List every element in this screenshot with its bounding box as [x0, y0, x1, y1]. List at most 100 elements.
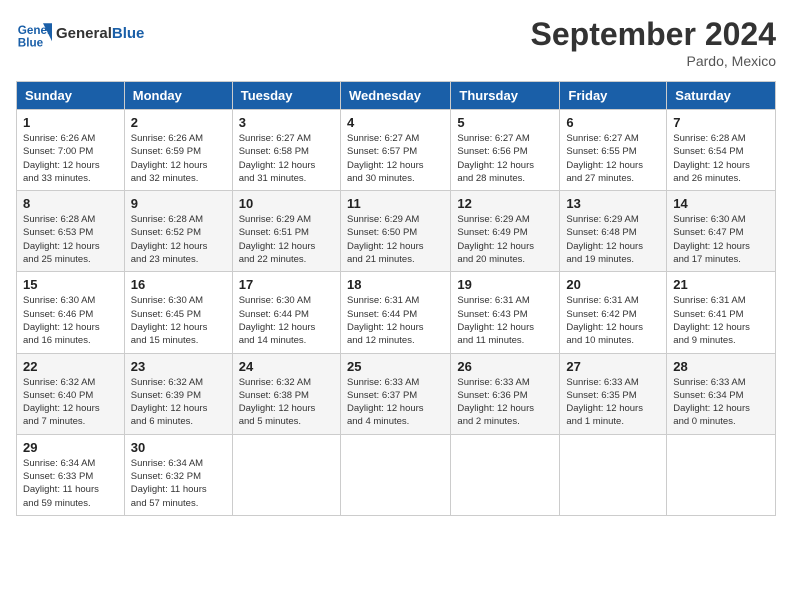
- day-number: 20: [566, 277, 660, 292]
- day-number: 1: [23, 115, 118, 130]
- day-header-wednesday: Wednesday: [340, 82, 450, 110]
- day-number: 10: [239, 196, 334, 211]
- day-info: Sunrise: 6:27 AM Sunset: 6:56 PM Dayligh…: [457, 132, 553, 185]
- calendar-cell: 19 Sunrise: 6:31 AM Sunset: 6:43 PM Dayli…: [451, 272, 560, 353]
- calendar-cell: 30Sunrise: 6:34 AM Sunset: 6:32 PM Dayli…: [124, 434, 232, 515]
- day-info: Sunrise: 6:33 AM Sunset: 6:34 PM Dayligh…: [673, 376, 769, 429]
- calendar-table: SundayMondayTuesdayWednesdayThursdayFrid…: [16, 81, 776, 516]
- day-info: Sunrise: 6:26 AM Sunset: 6:59 PM Dayligh…: [131, 132, 226, 185]
- day-number: 16: [131, 277, 226, 292]
- svg-text:Blue: Blue: [18, 37, 44, 50]
- month-title: September 2024: [531, 16, 776, 53]
- day-header-sunday: Sunday: [17, 82, 125, 110]
- day-number: 26: [457, 359, 553, 374]
- day-number: 7: [673, 115, 769, 130]
- day-info: Sunrise: 6:33 AM Sunset: 6:35 PM Dayligh…: [566, 376, 660, 429]
- day-info: Sunrise: 6:28 AM Sunset: 6:54 PM Dayligh…: [673, 132, 769, 185]
- calendar-cell: 22Sunrise: 6:32 AM Sunset: 6:40 PM Dayli…: [17, 353, 125, 434]
- day-info: Sunrise: 6:26 AM Sunset: 7:00 PM Dayligh…: [23, 132, 118, 185]
- calendar-cell: 21 Sunrise: 6:31 AM Sunset: 6:41 PM Dayli…: [667, 272, 776, 353]
- day-number: 23: [131, 359, 226, 374]
- day-number: 13: [566, 196, 660, 211]
- day-info: Sunrise: 6:32 AM Sunset: 6:39 PM Dayligh…: [131, 376, 226, 429]
- calendar-cell: 25 Sunrise: 6:33 AM Sunset: 6:37 PM Dayli…: [340, 353, 450, 434]
- calendar-cell: 26 Sunrise: 6:33 AM Sunset: 6:36 PM Dayli…: [451, 353, 560, 434]
- calendar-cell: 1 Sunrise: 6:26 AM Sunset: 7:00 PM Daylig…: [17, 110, 125, 191]
- calendar-week-row: 15Sunrise: 6:30 AM Sunset: 6:46 PM Dayli…: [17, 272, 776, 353]
- day-info: Sunrise: 6:30 AM Sunset: 6:45 PM Dayligh…: [131, 294, 226, 347]
- logo: General Blue GeneralBlue: [16, 16, 144, 52]
- calendar-cell: 12Sunrise: 6:29 AM Sunset: 6:49 PM Dayli…: [451, 191, 560, 272]
- day-number: 19: [457, 277, 553, 292]
- day-number: 9: [131, 196, 226, 211]
- title-block: September 2024 Pardo, Mexico: [531, 16, 776, 69]
- day-info: Sunrise: 6:32 AM Sunset: 6:38 PM Dayligh…: [239, 376, 334, 429]
- calendar-cell: 13 Sunrise: 6:29 AM Sunset: 6:48 PM Dayli…: [560, 191, 667, 272]
- calendar-cell: 4 Sunrise: 6:27 AM Sunset: 6:57 PM Daylig…: [340, 110, 450, 191]
- day-info: Sunrise: 6:33 AM Sunset: 6:36 PM Dayligh…: [457, 376, 553, 429]
- day-info: Sunrise: 6:30 AM Sunset: 6:44 PM Dayligh…: [239, 294, 334, 347]
- calendar-cell: 7 Sunrise: 6:28 AM Sunset: 6:54 PM Daylig…: [667, 110, 776, 191]
- page-header: General Blue GeneralBlue September 2024 …: [16, 16, 776, 69]
- calendar-cell: 20 Sunrise: 6:31 AM Sunset: 6:42 PM Dayli…: [560, 272, 667, 353]
- calendar-cell: 5Sunrise: 6:27 AM Sunset: 6:56 PM Daylig…: [451, 110, 560, 191]
- calendar-cell: 28 Sunrise: 6:33 AM Sunset: 6:34 PM Dayli…: [667, 353, 776, 434]
- calendar-cell: 29 Sunrise: 6:34 AM Sunset: 6:33 PM Dayli…: [17, 434, 125, 515]
- calendar-week-row: 8 Sunrise: 6:28 AM Sunset: 6:53 PM Daylig…: [17, 191, 776, 272]
- day-info: Sunrise: 6:27 AM Sunset: 6:58 PM Dayligh…: [239, 132, 334, 185]
- day-info: Sunrise: 6:28 AM Sunset: 6:53 PM Dayligh…: [23, 213, 118, 266]
- calendar-cell: [560, 434, 667, 515]
- day-number: 17: [239, 277, 334, 292]
- day-info: Sunrise: 6:32 AM Sunset: 6:40 PM Dayligh…: [23, 376, 118, 429]
- calendar-cell: [232, 434, 340, 515]
- day-number: 29: [23, 440, 118, 455]
- day-header-tuesday: Tuesday: [232, 82, 340, 110]
- day-info: Sunrise: 6:31 AM Sunset: 6:43 PM Dayligh…: [457, 294, 553, 347]
- calendar-cell: [451, 434, 560, 515]
- day-number: 24: [239, 359, 334, 374]
- calendar-cell: 6Sunrise: 6:27 AM Sunset: 6:55 PM Daylig…: [560, 110, 667, 191]
- day-number: 28: [673, 359, 769, 374]
- calendar-cell: 14 Sunrise: 6:30 AM Sunset: 6:47 PM Dayli…: [667, 191, 776, 272]
- day-number: 25: [347, 359, 444, 374]
- calendar-cell: 23 Sunrise: 6:32 AM Sunset: 6:39 PM Dayli…: [124, 353, 232, 434]
- day-info: Sunrise: 6:28 AM Sunset: 6:52 PM Dayligh…: [131, 213, 226, 266]
- calendar-week-row: 1 Sunrise: 6:26 AM Sunset: 7:00 PM Daylig…: [17, 110, 776, 191]
- day-info: Sunrise: 6:31 AM Sunset: 6:44 PM Dayligh…: [347, 294, 444, 347]
- calendar-week-row: 22Sunrise: 6:32 AM Sunset: 6:40 PM Dayli…: [17, 353, 776, 434]
- day-info: Sunrise: 6:30 AM Sunset: 6:47 PM Dayligh…: [673, 213, 769, 266]
- logo-icon: General Blue: [16, 16, 52, 52]
- calendar-cell: 9 Sunrise: 6:28 AM Sunset: 6:52 PM Daylig…: [124, 191, 232, 272]
- day-info: Sunrise: 6:34 AM Sunset: 6:33 PM Dayligh…: [23, 457, 118, 510]
- calendar-cell: [667, 434, 776, 515]
- day-number: 30: [131, 440, 226, 455]
- calendar-cell: 8 Sunrise: 6:28 AM Sunset: 6:53 PM Daylig…: [17, 191, 125, 272]
- calendar-cell: [340, 434, 450, 515]
- logo-text: GeneralBlue: [56, 25, 144, 43]
- day-number: 4: [347, 115, 444, 130]
- day-info: Sunrise: 6:33 AM Sunset: 6:37 PM Dayligh…: [347, 376, 444, 429]
- calendar-cell: 17 Sunrise: 6:30 AM Sunset: 6:44 PM Dayli…: [232, 272, 340, 353]
- location: Pardo, Mexico: [531, 53, 776, 69]
- day-info: Sunrise: 6:29 AM Sunset: 6:49 PM Dayligh…: [457, 213, 553, 266]
- day-header-thursday: Thursday: [451, 82, 560, 110]
- day-number: 14: [673, 196, 769, 211]
- day-info: Sunrise: 6:30 AM Sunset: 6:46 PM Dayligh…: [23, 294, 118, 347]
- day-info: Sunrise: 6:29 AM Sunset: 6:48 PM Dayligh…: [566, 213, 660, 266]
- day-number: 6: [566, 115, 660, 130]
- day-number: 18: [347, 277, 444, 292]
- calendar-cell: 15Sunrise: 6:30 AM Sunset: 6:46 PM Dayli…: [17, 272, 125, 353]
- calendar-cell: 10Sunrise: 6:29 AM Sunset: 6:51 PM Dayli…: [232, 191, 340, 272]
- calendar-cell: 3 Sunrise: 6:27 AM Sunset: 6:58 PM Daylig…: [232, 110, 340, 191]
- calendar-header-row: SundayMondayTuesdayWednesdayThursdayFrid…: [17, 82, 776, 110]
- calendar-cell: 24 Sunrise: 6:32 AM Sunset: 6:38 PM Dayli…: [232, 353, 340, 434]
- day-number: 3: [239, 115, 334, 130]
- day-number: 21: [673, 277, 769, 292]
- calendar-week-row: 29 Sunrise: 6:34 AM Sunset: 6:33 PM Dayli…: [17, 434, 776, 515]
- day-info: Sunrise: 6:31 AM Sunset: 6:42 PM Dayligh…: [566, 294, 660, 347]
- day-info: Sunrise: 6:27 AM Sunset: 6:57 PM Dayligh…: [347, 132, 444, 185]
- day-header-saturday: Saturday: [667, 82, 776, 110]
- day-number: 8: [23, 196, 118, 211]
- day-info: Sunrise: 6:31 AM Sunset: 6:41 PM Dayligh…: [673, 294, 769, 347]
- calendar-cell: 16 Sunrise: 6:30 AM Sunset: 6:45 PM Dayli…: [124, 272, 232, 353]
